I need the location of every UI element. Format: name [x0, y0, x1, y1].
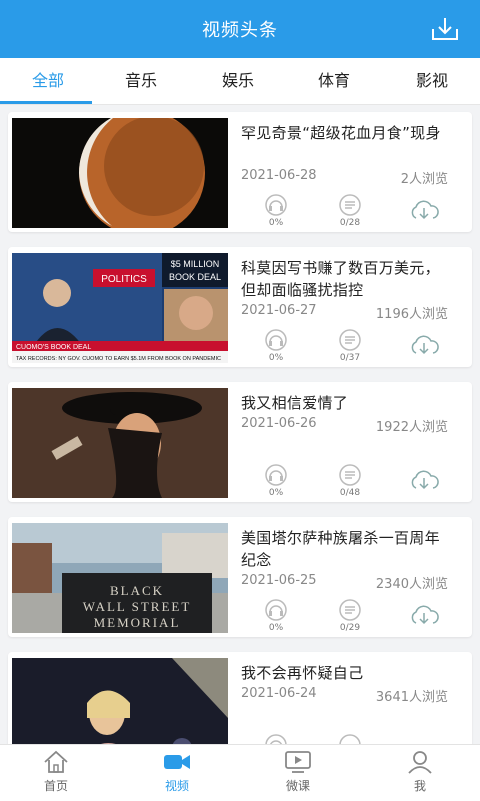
headphone-icon [265, 194, 287, 216]
play-icon [339, 329, 361, 351]
cloud-download-icon[interactable] [408, 198, 440, 222]
tab-music[interactable]: 音乐 [93, 58, 189, 104]
video-title[interactable]: 我又相信爱情了 [241, 392, 451, 414]
progress-stat[interactable]: 0/48 [330, 464, 370, 498]
nav-home[interactable]: 首页 [6, 749, 106, 794]
lower-third-title: CUOMO'S BOOK DEAL [16, 344, 91, 351]
play-icon [339, 194, 361, 216]
category-tabs: 全部 音乐 娱乐 体育 影视 [0, 58, 480, 105]
video-date: 2021-06-24 [241, 686, 317, 701]
nav-label: 视频 [164, 779, 189, 793]
progress-count: 0/37 [339, 353, 361, 363]
view-count: 2人浏览 [400, 172, 448, 187]
video-thumbnail[interactable]: BLACK WALL STREET MEMORIAL [12, 523, 228, 633]
view-count: 2340人浏览 [375, 577, 448, 592]
video-thumbnail[interactable] [12, 118, 228, 228]
progress-stat[interactable]: 0/28 [330, 194, 370, 228]
video-date: 2021-06-28 [241, 168, 317, 183]
listen-percent: 0% [268, 488, 284, 498]
play-icon [339, 599, 361, 621]
play-screen-icon [285, 751, 311, 773]
listen-percent: 0% [268, 623, 284, 633]
headphone-icon [265, 599, 287, 621]
nav-me[interactable]: 我 [370, 749, 470, 794]
memorial-line-1: BLACK [110, 583, 164, 598]
listen-percent: 0% [268, 218, 284, 228]
video-title[interactable]: 我不会再怀疑自己 [241, 662, 451, 684]
listen-stat[interactable] [256, 734, 296, 744]
listen-stat[interactable]: 0% [256, 464, 296, 498]
progress-stat[interactable] [330, 734, 370, 744]
play-icon [339, 734, 361, 744]
listen-stat[interactable]: 0% [256, 599, 296, 633]
video-thumbnail[interactable]: POLITICS $5 MILLION BOOK DEAL CUOMO'S BO… [12, 253, 228, 363]
lower-third-caption: TAX RECORDS: NY GOV. CUOMO TO EARN $5.1M… [16, 356, 221, 362]
listen-percent: 0% [268, 353, 284, 363]
headphone-icon [265, 464, 287, 486]
progress-stat[interactable]: 0/37 [330, 329, 370, 363]
progress-count: 0/48 [339, 488, 361, 498]
listen-stat[interactable]: 0% [256, 194, 296, 228]
download-icon[interactable] [430, 15, 460, 43]
cloud-download-icon[interactable] [408, 468, 440, 492]
headphone-icon [265, 734, 287, 744]
nav-micro-course[interactable]: 微课 [248, 749, 348, 794]
headphone-icon [265, 329, 287, 351]
nav-label: 微课 [285, 779, 310, 793]
video-title[interactable]: 罕见奇景“超级花血月食”现身 [241, 122, 451, 144]
view-count: 1196人浏览 [375, 307, 448, 322]
list-item[interactable]: BLACK WALL STREET MEMORIAL 美国塔尔萨种族屠杀一百周年… [8, 517, 472, 637]
tab-entertainment[interactable]: 娱乐 [190, 58, 286, 104]
list-item[interactable]: 我不会再怀疑自己 2021-06-24 3641人浏览 [8, 652, 472, 744]
home-icon [44, 750, 68, 773]
video-camera-icon [164, 755, 190, 769]
view-count: 1922人浏览 [375, 420, 448, 435]
top-bar: 视频头条 [0, 0, 480, 58]
nav-video[interactable]: 视频 [127, 749, 227, 794]
tab-sports[interactable]: 体育 [286, 58, 382, 104]
cloud-download-icon[interactable] [408, 603, 440, 627]
video-thumbnail[interactable] [12, 388, 228, 498]
book-deal-label: BOOK DEAL [169, 272, 221, 282]
tab-all[interactable]: 全部 [0, 58, 96, 104]
progress-count: 0/29 [339, 623, 361, 633]
user-icon [408, 751, 432, 774]
video-list: 罕见奇景“超级花血月食”现身 2021-06-28 2人浏览 0% 0/28 P… [0, 104, 480, 744]
list-item[interactable]: 罕见奇景“超级花血月食”现身 2021-06-28 2人浏览 0% 0/28 [8, 112, 472, 232]
politics-label: POLITICS [101, 274, 147, 285]
video-date: 2021-06-25 [241, 573, 317, 588]
page-title: 视频头条 [202, 20, 278, 41]
progress-stat[interactable]: 0/29 [330, 599, 370, 633]
view-count: 3641人浏览 [375, 690, 448, 705]
list-item[interactable]: POLITICS $5 MILLION BOOK DEAL CUOMO'S BO… [8, 247, 472, 367]
money-label: $5 MILLION [171, 259, 220, 269]
play-icon [339, 464, 361, 486]
listen-stat[interactable]: 0% [256, 329, 296, 363]
video-date: 2021-06-26 [241, 416, 317, 431]
nav-label: 我 [413, 779, 426, 793]
bottom-nav: 首页 视频 微课 我 [0, 744, 480, 801]
video-date: 2021-06-27 [241, 303, 317, 318]
video-title[interactable]: 科莫因写书赚了数百万美元，但却面临骚扰指控 [241, 257, 451, 301]
tab-film[interactable]: 影视 [384, 58, 480, 104]
video-thumbnail[interactable] [12, 658, 228, 744]
progress-count: 0/28 [339, 218, 361, 228]
memorial-line-3: MEMORIAL [94, 615, 181, 630]
cloud-download-icon[interactable] [408, 333, 440, 357]
nav-label: 首页 [43, 779, 68, 793]
memorial-line-2: WALL STREET [83, 599, 192, 614]
video-title[interactable]: 美国塔尔萨种族屠杀一百周年纪念 [241, 527, 451, 571]
list-item[interactable]: 我又相信爱情了 2021-06-26 1922人浏览 0% 0/48 [8, 382, 472, 502]
